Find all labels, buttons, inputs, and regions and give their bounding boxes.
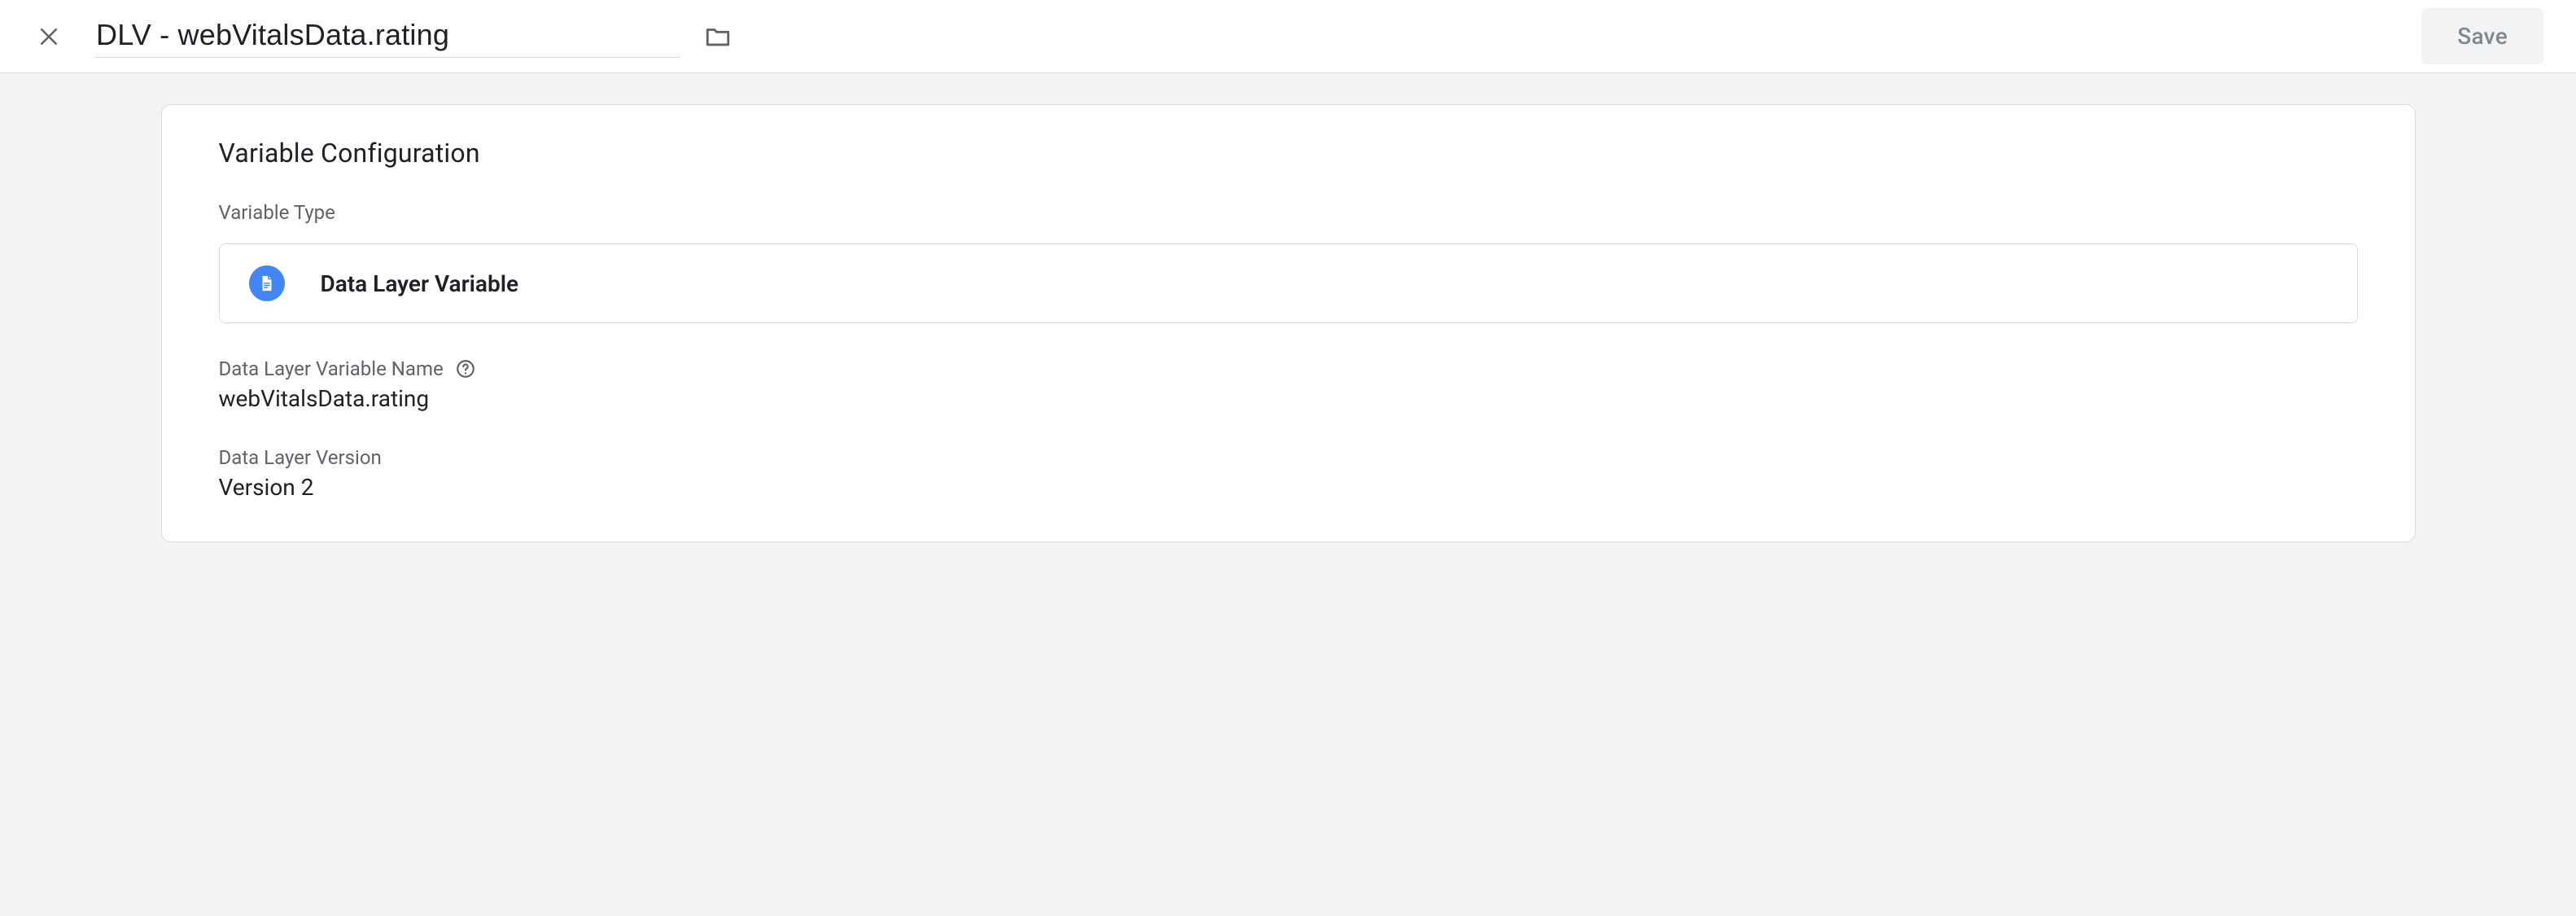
variable-type-value: Data Layer Variable — [321, 270, 519, 297]
content-area: Variable Configuration Variable Type Dat… — [0, 73, 2576, 916]
close-icon — [37, 24, 61, 49]
variable-type-selector[interactable]: Data Layer Variable — [219, 243, 2358, 323]
variable-name-label: Data Layer Variable Name — [219, 357, 444, 380]
data-layer-version-value: Version 2 — [219, 474, 2358, 501]
save-button[interactable]: Save — [2421, 8, 2543, 64]
header-bar: Save — [0, 0, 2576, 73]
variable-name-value: webVitalsData.rating — [219, 385, 2358, 412]
close-button[interactable] — [26, 14, 72, 59]
data-layer-version-field: Data Layer Version Version 2 — [219, 446, 2358, 501]
folder-icon — [704, 23, 732, 50]
data-layer-variable-icon — [249, 265, 285, 301]
variable-type-label: Variable Type — [219, 201, 2358, 224]
variable-configuration-card: Variable Configuration Variable Type Dat… — [161, 104, 2416, 542]
data-layer-version-label: Data Layer Version — [219, 446, 2358, 469]
variable-name-input[interactable] — [94, 15, 680, 58]
variable-name-field: Data Layer Variable Name webVitalsData.r… — [219, 357, 2358, 412]
folder-button[interactable] — [698, 17, 737, 56]
help-icon[interactable] — [455, 358, 476, 379]
card-title: Variable Configuration — [219, 138, 2358, 169]
